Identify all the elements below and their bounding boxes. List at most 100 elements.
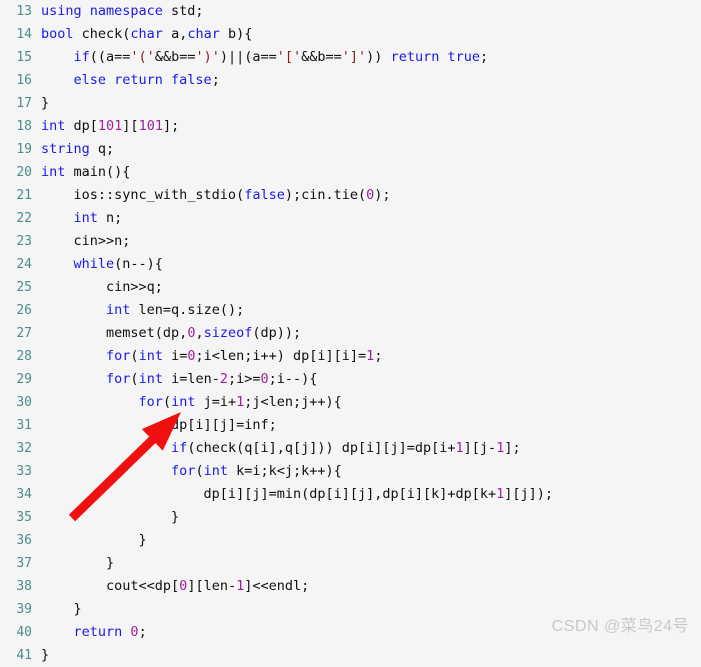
code-line-text: int len=q.size(); (41, 302, 244, 318)
code-line[interactable]: 14 bool check(char a,char b){ (0, 23, 701, 46)
line-number: 39 (16, 602, 32, 617)
code-line[interactable]: 31 dp[i][j]=inf; (0, 414, 701, 437)
code-line[interactable]: 37 } (0, 552, 701, 575)
code-token: cout<<dp[ (41, 578, 180, 594)
code-token: 1 (236, 578, 245, 594)
code-token: ]<<endl; (244, 578, 310, 594)
code-token: '(' (130, 49, 155, 65)
code-line-text: bool check(char a,char b){ (41, 26, 252, 42)
code-token: for (171, 463, 196, 479)
code-line[interactable]: 17} (0, 92, 701, 115)
code-token: ( (130, 348, 139, 364)
code-token: 101 (138, 118, 163, 134)
line-number: 36 (16, 533, 32, 548)
code-line[interactable]: 16 else return false; (0, 69, 701, 92)
code-token: ]; (504, 440, 521, 456)
line-number: 20 (16, 165, 32, 180)
code-line[interactable]: 27 memset(dp,0,sizeof(dp)); (0, 322, 701, 345)
code-line[interactable]: 41} (0, 644, 701, 667)
code-token: i= (171, 348, 188, 364)
code-token: ][len- (187, 578, 237, 594)
code-token: &&b== (154, 49, 196, 65)
code-token: int (203, 463, 237, 479)
code-token: ; (479, 49, 489, 65)
code-line[interactable]: 29 for(int i=len-2;i>=0;i--){ (0, 368, 701, 391)
line-number: 24 (16, 257, 32, 272)
code-token: ;i--){ (268, 371, 318, 387)
code-token: int (138, 348, 172, 364)
line-number: 30 (16, 395, 32, 410)
code-token: n; (106, 210, 123, 226)
code-token: for (106, 371, 131, 387)
code-token: } (41, 532, 147, 548)
code-line[interactable]: 22 int n; (0, 207, 701, 230)
code-token: '[' (276, 49, 302, 65)
code-token: ')' (195, 49, 220, 65)
code-line[interactable]: 25 cin>>q; (0, 276, 701, 299)
code-line-text: int main(){ (41, 164, 130, 180)
code-line[interactable]: 20 int main(){ (0, 161, 701, 184)
code-token: bool (41, 26, 82, 42)
code-token: ;j<len;j++){ (244, 394, 342, 410)
code-line[interactable]: 38 cout<<dp[0][len-1]<<endl; (0, 575, 701, 598)
code-editor-view: 13 using namespace std; 14 bool check(char … (0, 0, 701, 663)
csdn-watermark: CSDN @菜鸟24号 (551, 618, 689, 635)
code-token: q; (97, 141, 115, 157)
line-number: 13 (16, 4, 32, 19)
code-token: sizeof (203, 325, 253, 341)
line-number: 19 (16, 142, 32, 157)
code-token: return (73, 624, 131, 640)
code-line-text: if((a=='('&&b==')')||(a=='['&&b==']')) r… (41, 49, 489, 65)
line-number: 14 (16, 27, 32, 42)
code-line[interactable]: 23 cin>>n; (0, 230, 701, 253)
code-token: for (106, 348, 131, 364)
code-line[interactable]: 28 for(int i=0;i<len;i++) dp[i][i]=1; (0, 345, 701, 368)
code-line[interactable]: 13 using namespace std; (0, 0, 701, 23)
line-number: 17 (16, 96, 32, 111)
line-number: 32 (16, 441, 32, 456)
code-line-text: for(int i=0;i<len;i++) dp[i][i]=1; (41, 348, 382, 364)
code-line-text: dp[i][j]=min(dp[i][j],dp[i][k]+dp[k+1][j… (41, 486, 554, 502)
code-line[interactable]: 35 } (0, 506, 701, 529)
code-token: ((a== (89, 49, 131, 65)
code-line[interactable]: 19 string q; (0, 138, 701, 161)
code-line[interactable]: 33 for(int k=i;k<j;k++){ (0, 460, 701, 483)
code-line-text: } (41, 601, 82, 617)
code-line[interactable]: 36 } (0, 529, 701, 552)
code-line[interactable]: 34 dp[i][j]=min(dp[i][j],dp[i][k]+dp[k+1… (0, 483, 701, 506)
code-token: );cin.tie( (284, 187, 367, 203)
code-line[interactable]: 21 ios::sync_with_stdio(false);cin.tie(0… (0, 184, 701, 207)
code-line-text: cin>>n; (41, 233, 131, 249)
code-token: } (41, 555, 115, 571)
code-token: while (73, 256, 115, 272)
code-token: int (106, 302, 139, 318)
code-token: , (195, 325, 204, 341)
code-token: int (171, 394, 204, 410)
code-token: ; (138, 624, 147, 640)
code-line[interactable]: 18 int dp[101][101]; (0, 115, 701, 138)
code-token: ;i<len;i++) dp[i][i]= (195, 348, 367, 364)
code-token: ( (195, 463, 204, 479)
code-token: std; (171, 3, 204, 19)
code-line[interactable]: 32 if(check(q[i],q[j])) dp[i][j]=dp[i+1]… (0, 437, 701, 460)
line-number: 29 (16, 372, 32, 387)
code-line[interactable]: 15 if((a=='('&&b==')')||(a=='['&&b==']')… (0, 46, 701, 69)
code-token: dp[ (73, 118, 98, 134)
code-token: ; (211, 72, 220, 88)
code-line[interactable]: 24 while(n--){ (0, 253, 701, 276)
code-token: false (244, 187, 285, 203)
code-token: cin>>n; (41, 233, 131, 249)
code-token: a, (171, 26, 188, 42)
code-line[interactable]: 26 int len=q.size(); (0, 299, 701, 322)
code-token: &&b== (301, 49, 342, 65)
code-token: } (41, 509, 180, 525)
code-line[interactable]: 30 for(int j=i+1;j<len;j++){ (0, 391, 701, 414)
code-line-text: } (41, 95, 49, 111)
